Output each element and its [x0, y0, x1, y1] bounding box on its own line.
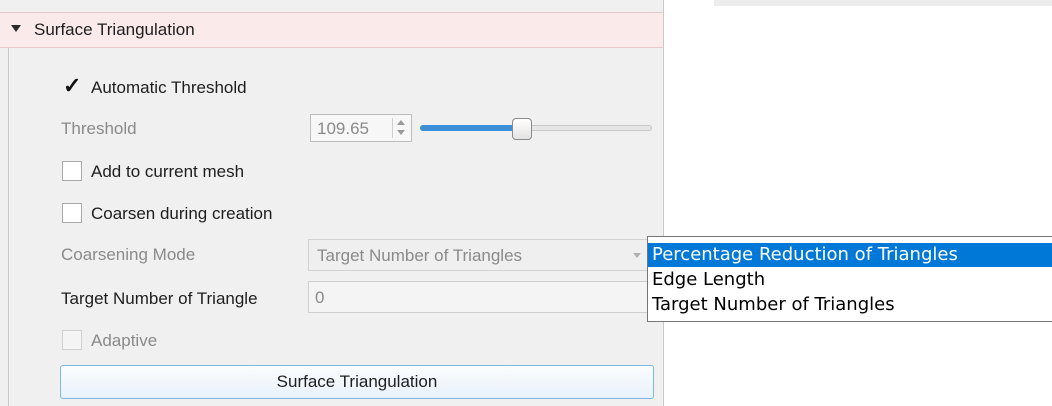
target-number-value: 0 [315, 288, 325, 307]
spin-up-icon[interactable] [397, 120, 405, 125]
collapse-triangle-icon[interactable] [11, 25, 21, 32]
coarsen-during-creation-label: Coarsen during creation [91, 204, 273, 223]
coarsening-mode-value: Target Number of Triangles [317, 246, 523, 265]
automatic-threshold-checkbox[interactable]: ✓ [62, 73, 82, 98]
dropdown-option[interactable]: Target Number of Triangles [648, 293, 1052, 317]
checkmark-icon: ✓ [63, 73, 82, 98]
dropdown-option[interactable]: Edge Length [648, 268, 1052, 292]
surface-triangulation-button[interactable]: Surface Triangulation [60, 365, 654, 399]
threshold-value: 109.65 [317, 119, 369, 138]
threshold-slider[interactable] [420, 118, 652, 140]
spin-arrows[interactable] [392, 118, 409, 138]
adaptive-label: Adaptive [91, 331, 158, 350]
coarsening-mode-select[interactable]: Target Number of Triangles [308, 239, 648, 271]
target-number-label: Target Number of Triangle [61, 289, 258, 308]
panel-header[interactable]: Surface Triangulation [0, 12, 663, 48]
spin-down-icon[interactable] [397, 130, 405, 135]
coarsening-mode-dropdown: Percentage Reduction of Triangles Edge L… [647, 236, 1052, 322]
panel-title: Surface Triangulation [34, 20, 195, 39]
add-to-current-mesh-checkbox[interactable] [62, 161, 82, 181]
top-right-strip [714, 0, 1052, 6]
threshold-spinbox[interactable]: 109.65 [310, 114, 412, 142]
chevron-down-icon[interactable] [633, 253, 641, 258]
slider-handle[interactable] [512, 118, 533, 140]
coarsening-mode-label: Coarsening Mode [61, 245, 196, 264]
surface-triangulation-panel: Surface Triangulation ✓ Automatic Thresh… [0, 0, 664, 406]
coarsen-during-creation-checkbox[interactable] [62, 203, 82, 223]
slider-fill [420, 125, 523, 131]
adaptive-checkbox[interactable] [62, 330, 82, 350]
threshold-label: Threshold [61, 119, 137, 138]
panel-body [8, 48, 663, 406]
target-number-input[interactable]: 0 [308, 281, 648, 313]
automatic-threshold-label: Automatic Threshold [91, 78, 247, 97]
add-to-current-mesh-label: Add to current mesh [91, 162, 245, 181]
dropdown-option[interactable]: Percentage Reduction of Triangles [648, 243, 1052, 267]
